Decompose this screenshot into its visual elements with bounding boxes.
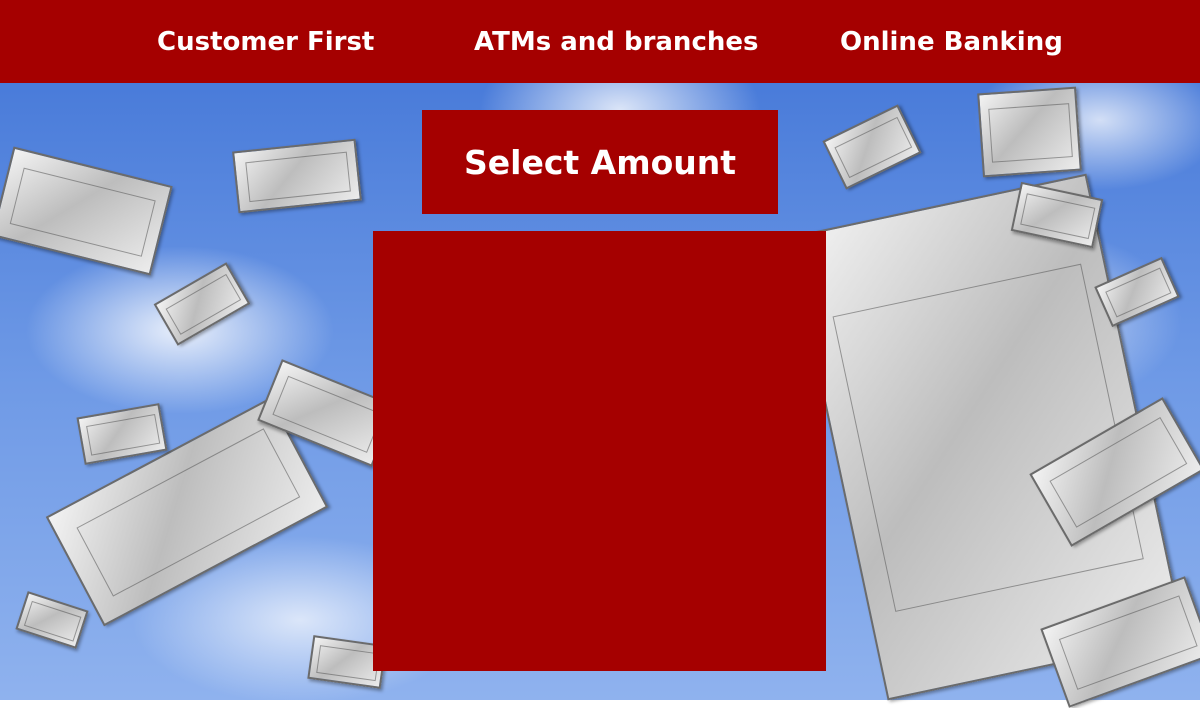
top-navigation-bar: Customer First ATMs and branches Online … <box>0 0 1200 83</box>
nav-link-customer-first[interactable]: Customer First <box>157 24 374 60</box>
select-amount-header: Select Amount <box>422 110 778 214</box>
dollar-bill-image <box>153 262 251 346</box>
select-amount-title: Select Amount <box>463 142 737 182</box>
dollar-bill-image <box>822 104 922 190</box>
dollar-bill-image <box>15 591 89 649</box>
dollar-bill-image <box>232 138 362 214</box>
dollar-bill-image <box>1094 256 1180 328</box>
nav-link-atms-and-branches[interactable]: ATMs and branches <box>474 24 758 60</box>
dollar-bill-image <box>0 146 173 276</box>
dollar-bill-image <box>76 403 168 465</box>
nav-link-online-banking[interactable]: Online Banking <box>840 24 1063 60</box>
dollar-bill-image <box>977 86 1082 178</box>
amount-selection-panel <box>373 231 826 671</box>
